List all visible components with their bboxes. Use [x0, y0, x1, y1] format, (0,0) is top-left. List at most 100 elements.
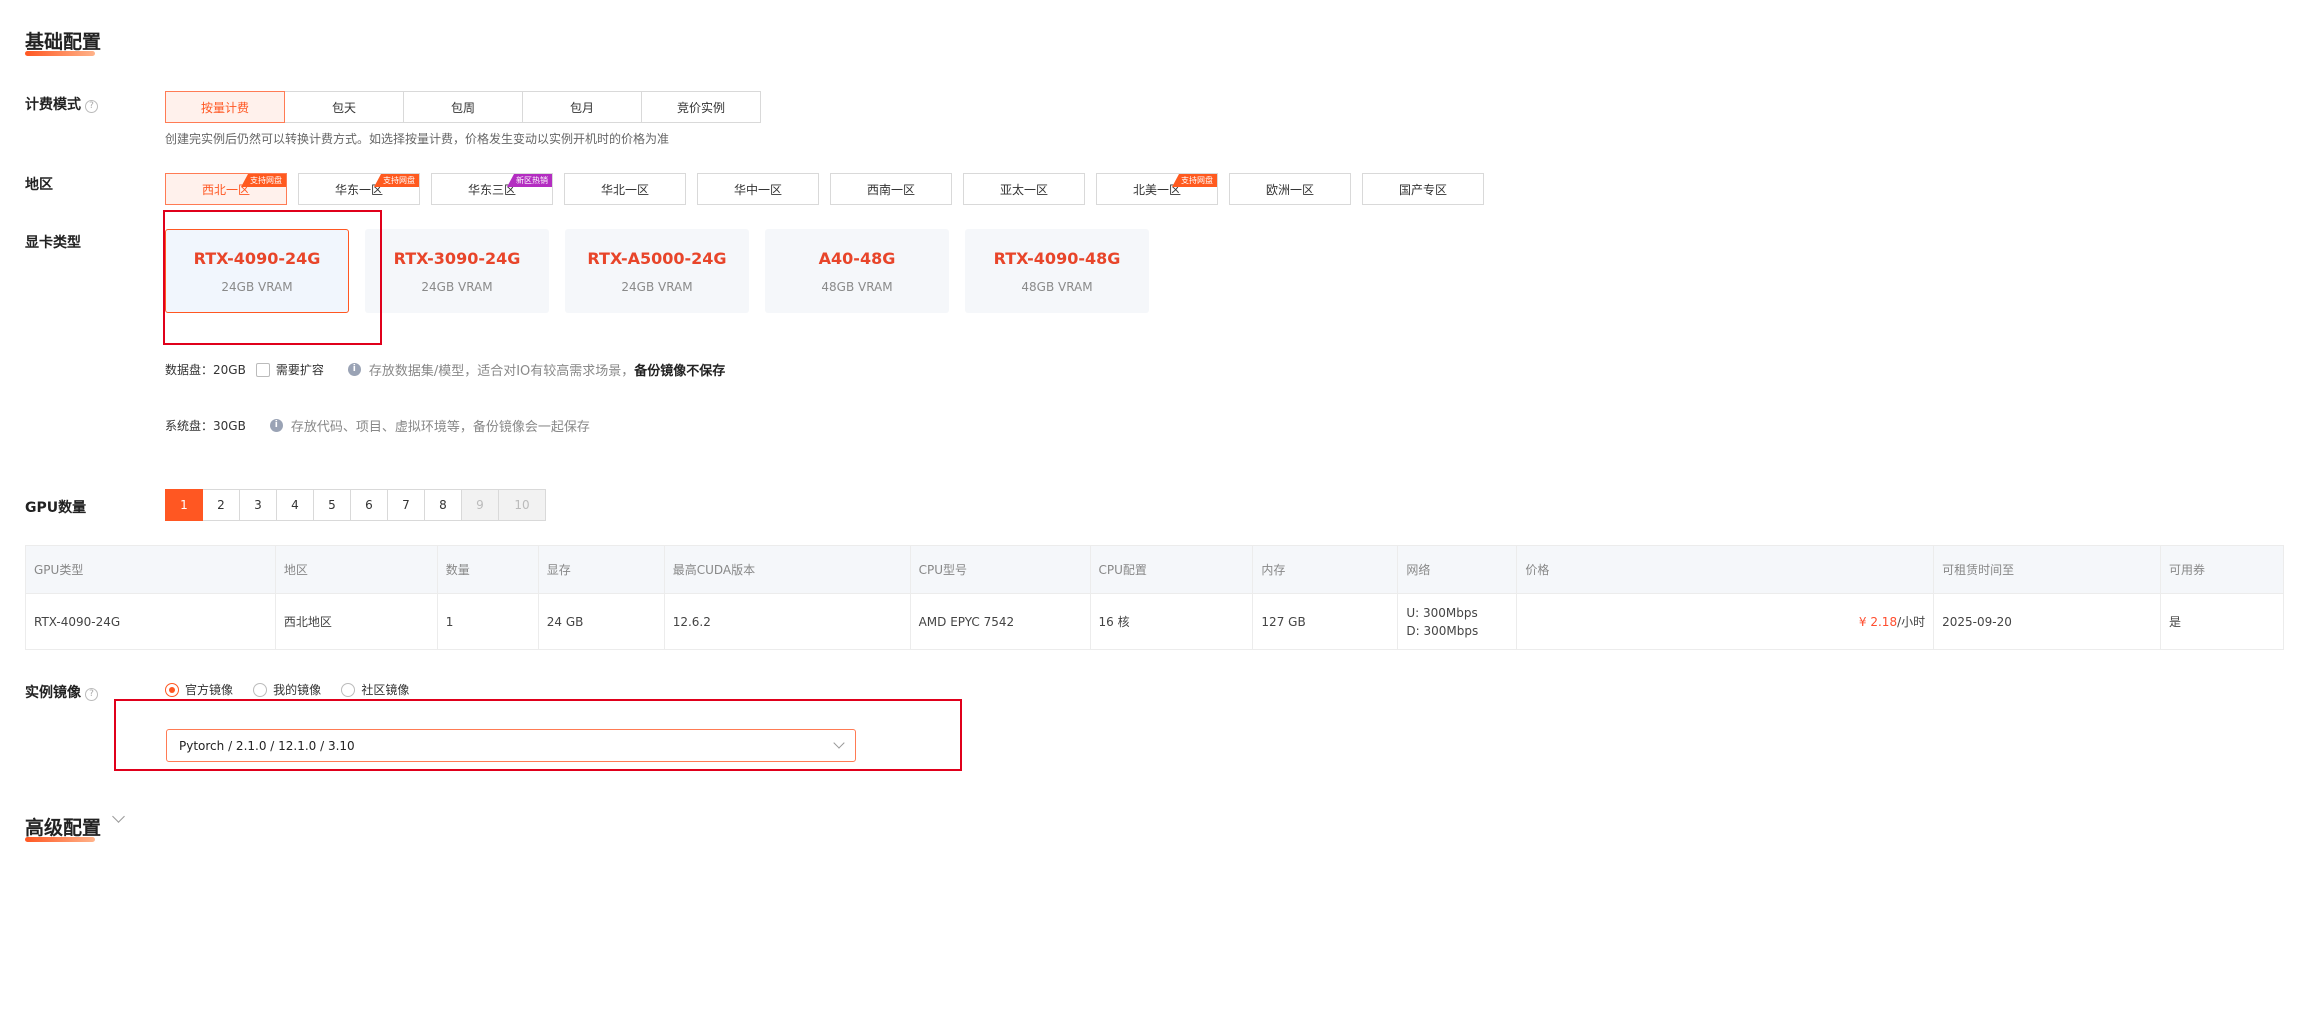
gpu-count-option-6[interactable]: 6: [350, 489, 388, 521]
region-option-east-1[interactable]: 华东一区 支持网盘: [298, 173, 420, 205]
gpu-card-name: RTX-4090-24G: [193, 248, 321, 268]
region-badge: 支持网盘: [241, 174, 286, 187]
gpu-card-name: RTX-A5000-24G: [587, 248, 727, 268]
region-option-label: 华东一区: [334, 182, 383, 197]
gpu-card-rtx-3090-24g[interactable]: RTX-3090-24G 24GB VRAM: [365, 229, 549, 313]
radio-community-image[interactable]: 社区镜像: [341, 681, 409, 698]
cell-lease-until: 2025-09-20: [1933, 593, 2162, 650]
gpu-card-a40-48g[interactable]: A40-48G 48GB VRAM: [765, 229, 949, 313]
billing-option-weekly[interactable]: 包周: [403, 91, 523, 123]
section-title-underline: [25, 837, 95, 842]
billing-option-spot[interactable]: 竞价实例: [641, 91, 761, 123]
gpu-count-options: 1 2 3 4 5 6 7 8 9 10: [165, 489, 546, 521]
cell-cpu-config: 16 核: [1089, 593, 1254, 650]
region-option-eu-1[interactable]: 欧洲一区: [1229, 173, 1351, 205]
image-label: 实例镜像?: [25, 682, 98, 702]
gpu-card-rtx-4090-24g[interactable]: RTX-4090-24G 24GB VRAM: [165, 229, 349, 313]
price-value: ¥ 2.18: [1858, 615, 1898, 629]
region-option-label: 北美一区: [1132, 182, 1181, 197]
data-disk-row: 数据盘： 20GB 需要扩容 i 存放数据集/模型，适合对IO有较高需求场景， …: [165, 360, 725, 379]
network-download: D: 300Mbps: [1406, 623, 1479, 638]
table-header: GPU类型: [25, 545, 276, 594]
billing-option-monthly[interactable]: 包月: [522, 91, 642, 123]
gpu-count-option-7[interactable]: 7: [387, 489, 425, 521]
billing-option-pay-as-you-go[interactable]: 按量计费: [165, 91, 285, 123]
region-option-apac-1[interactable]: 亚太一区: [963, 173, 1085, 205]
radio-circle[interactable]: [165, 682, 179, 697]
region-option-north-1[interactable]: 华北一区: [564, 173, 686, 205]
gpu-card-rtx-a5000-24g[interactable]: RTX-A5000-24G 24GB VRAM: [565, 229, 749, 313]
gpu-card-name: A40-48G: [818, 248, 896, 268]
gpu-count-option-1[interactable]: 1: [165, 489, 203, 521]
region-option-label: 华中一区: [733, 182, 782, 197]
gpu-card-vram: 48GB VRAM: [821, 279, 893, 294]
gpu-count-option-2[interactable]: 2: [202, 489, 240, 521]
gpu-count-option-10: 10: [498, 489, 546, 521]
gpu-type-label: 显卡类型: [25, 235, 81, 251]
gpu-card-vram: 24GB VRAM: [221, 279, 293, 294]
gpu-count-option-9: 9: [461, 489, 499, 521]
table-header: CPU配置: [1089, 545, 1254, 594]
chevron-down-icon[interactable]: [112, 810, 125, 823]
region-option-label: 西北一区: [201, 182, 250, 197]
region-option-northwest-1[interactable]: 西北一区 支持网盘: [165, 173, 287, 205]
region-option-na-1[interactable]: 北美一区 支持网盘: [1096, 173, 1218, 205]
radio-circle[interactable]: [341, 682, 356, 697]
section-title-advanced[interactable]: 高级配置: [25, 813, 101, 840]
section-title-basic: 基础配置: [25, 31, 102, 53]
cell-network: U: 300Mbps D: 300Mbps: [1397, 593, 1518, 650]
price-unit: /小时: [1897, 615, 1926, 629]
region-label: 地区: [25, 177, 53, 193]
gpu-count-option-5[interactable]: 5: [313, 489, 351, 521]
gpu-card-name: RTX-4090-48G: [993, 248, 1121, 268]
table-header: 可用券: [2160, 545, 2284, 594]
info-icon: i: [347, 363, 361, 376]
radio-my-image[interactable]: 我的镜像: [253, 681, 321, 698]
billing-option-daily[interactable]: 包天: [284, 91, 404, 123]
image-select[interactable]: Pytorch / 2.1.0 / 12.1.0 / 3.10: [166, 729, 856, 762]
expand-checkbox[interactable]: [255, 362, 270, 377]
table-header-row: GPU类型 地区 数量 显存 最高CUDA版本 CPU型号 CPU配置 内存 网…: [25, 545, 2284, 594]
data-disk-info-strong: 备份镜像不保存: [634, 364, 726, 379]
gpu-count-option-4[interactable]: 4: [276, 489, 314, 521]
cell-cpu-model: AMD EPYC 7542: [909, 593, 1091, 650]
help-icon[interactable]: ?: [85, 688, 98, 701]
cell-region: 西北地区: [274, 593, 438, 650]
region-badge: 支持网盘: [1172, 174, 1217, 187]
gpu-card-rtx-4090-48g[interactable]: RTX-4090-48G 48GB VRAM: [965, 229, 1149, 313]
gpu-count-option-8[interactable]: 8: [424, 489, 462, 521]
table-header: 可租赁时间至: [1933, 545, 2162, 594]
radio-label: 我的镜像: [273, 683, 322, 697]
table-row: RTX-4090-24G 西北地区 1 24 GB 12.6.2 AMD EPY…: [25, 593, 2284, 650]
table-header: 内存: [1252, 545, 1399, 594]
cell-cuda: 12.6.2: [663, 593, 911, 650]
table-header: 显存: [537, 545, 665, 594]
radio-circle[interactable]: [253, 682, 268, 697]
region-option-central-1[interactable]: 华中一区: [697, 173, 819, 205]
image-label-text: 实例镜像: [25, 685, 81, 701]
table-header: 网络: [1397, 545, 1518, 594]
region-option-label: 亚太一区: [999, 182, 1048, 197]
radio-official-image[interactable]: 官方镜像: [165, 681, 233, 698]
cell-memory: 127 GB: [1252, 593, 1399, 650]
table-header: 数量: [436, 545, 539, 594]
billing-label: 计费模式?: [25, 94, 98, 114]
chevron-down-icon: [833, 737, 845, 749]
region-option-domestic[interactable]: 国产专区: [1362, 173, 1484, 205]
region-badge: 支持网盘: [374, 174, 419, 187]
billing-hint: 创建完实例后仍然可以转换计费方式。如选择按量计费，价格发生变动以实例开机时的价格…: [165, 132, 670, 146]
system-disk-label: 系统盘：: [165, 419, 214, 433]
region-option-label: 西南一区: [866, 182, 915, 197]
expand-checkbox-label[interactable]: 需要扩容: [276, 361, 324, 378]
cell-price: ¥ 2.18/小时: [1516, 593, 1935, 650]
table-header: 价格: [1516, 545, 1935, 594]
gpu-count-option-3[interactable]: 3: [239, 489, 277, 521]
region-option-label: 华北一区: [600, 182, 649, 197]
radio-label: 官方镜像: [185, 683, 234, 697]
gpu-card-vram: 48GB VRAM: [1021, 279, 1093, 294]
help-icon[interactable]: ?: [85, 100, 98, 113]
region-option-southwest-1[interactable]: 西南一区: [830, 173, 952, 205]
region-option-east-3[interactable]: 华东三区 新区热销: [431, 173, 553, 205]
cell-gpu-type: RTX-4090-24G: [25, 593, 276, 650]
cell-coupon: 是: [2160, 593, 2284, 650]
